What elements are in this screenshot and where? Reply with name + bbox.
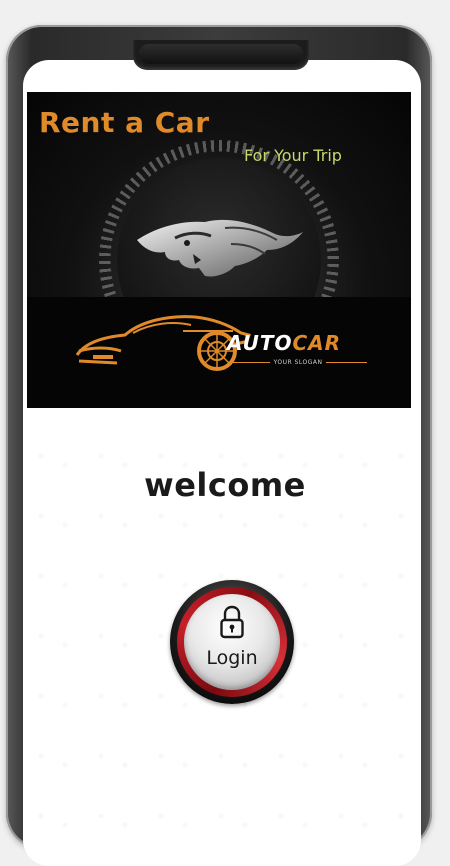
banner-hero: Rent a Car For Your Trip (27, 92, 411, 380)
welcome-heading: welcome (144, 466, 306, 504)
lock-icon (220, 605, 244, 639)
login-button-label: Login (206, 647, 258, 669)
banner-title: Rent a Car (39, 106, 210, 139)
phone-notch (133, 40, 309, 70)
sports-car-icon (75, 315, 251, 371)
login-button[interactable]: Login (170, 580, 294, 704)
brand-name: AUTOCAR (227, 331, 342, 355)
brand-strip: AUTOCAR YOUR SLOGAN (27, 297, 411, 408)
banner-subtitle: For Your Trip (244, 146, 342, 165)
lion-emblem-icon (137, 219, 303, 277)
promo-banner: Rent a Car For Your Trip AUTOCAR YOUR SL… (27, 92, 411, 408)
brand-slogan: YOUR SLOGAN (273, 359, 323, 366)
slogan-row: YOUR SLOGAN (229, 359, 367, 366)
